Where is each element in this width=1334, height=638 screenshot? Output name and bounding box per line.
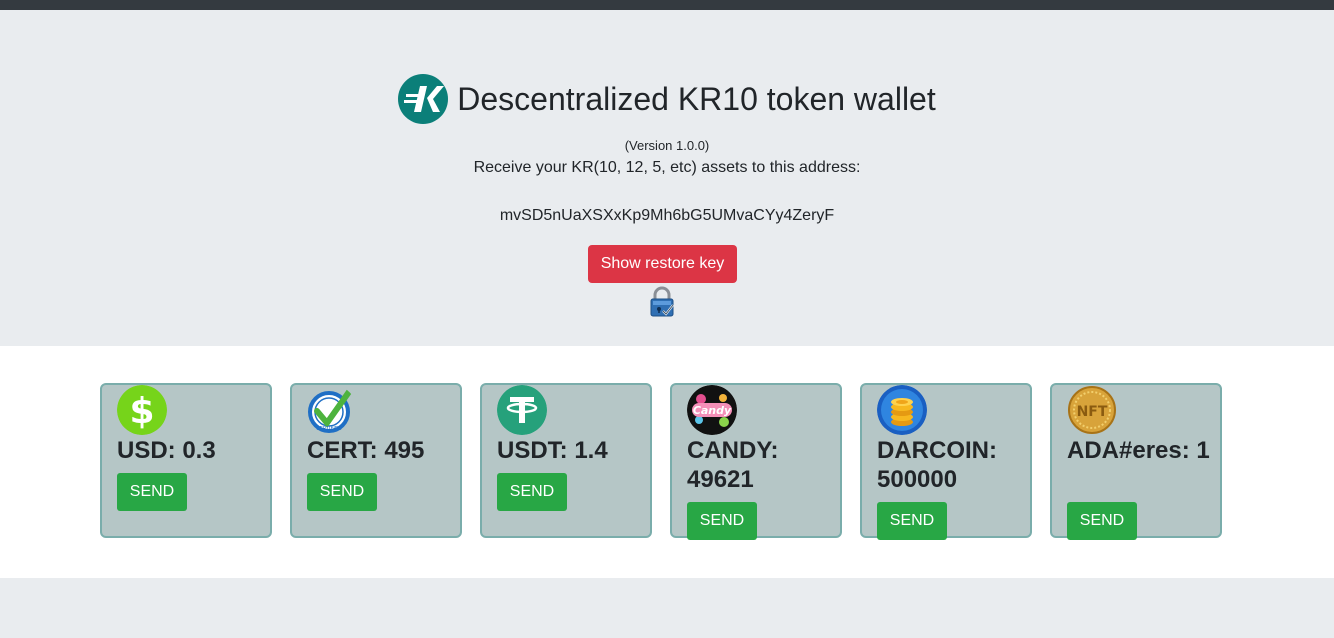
asset-card-usd: $ USD: 0.3 SEND bbox=[100, 383, 272, 538]
asset-card-usdt: USDT: 1.4 SEND bbox=[480, 383, 652, 538]
nft-coin-icon: NFT bbox=[1067, 385, 1117, 435]
asset-balance: ADA#eres: 1 bbox=[1067, 437, 1210, 464]
padlock-icon[interactable] bbox=[648, 286, 676, 318]
send-button-ada-eres[interactable]: SEND bbox=[1067, 502, 1137, 540]
certified-check-icon: CERTIFIED bbox=[307, 385, 357, 435]
top-navbar bbox=[0, 0, 1334, 10]
coin-stack-icon bbox=[877, 385, 927, 435]
wallet-header: Descentralized KR10 token wallet (Versio… bbox=[0, 10, 1334, 346]
svg-text:CERTIFIED: CERTIFIED bbox=[316, 426, 342, 432]
assets-section: $ USD: 0.3 SEND CERTIFIED CERT: 495 SEND bbox=[0, 346, 1334, 578]
asset-balance: USDT: 1.4 bbox=[497, 437, 608, 464]
asset-balance: CANDY: 49621 bbox=[687, 437, 779, 493]
show-restore-key-button[interactable]: Show restore key bbox=[588, 245, 737, 283]
svg-text:Candy: Candy bbox=[693, 404, 732, 417]
svg-text:$: $ bbox=[129, 391, 154, 432]
asset-card-darcoin: DARCOIN: 500000 SEND bbox=[860, 383, 1032, 540]
title-row: Descentralized KR10 token wallet bbox=[0, 74, 1334, 124]
send-button-usdt[interactable]: SEND bbox=[497, 473, 567, 511]
asset-balance: CERT: 495 bbox=[307, 437, 425, 464]
send-button-usd[interactable]: SEND bbox=[117, 473, 187, 511]
send-button-darcoin[interactable]: SEND bbox=[877, 502, 947, 540]
asset-balance: DARCOIN: 500000 bbox=[877, 437, 997, 493]
dollar-icon: $ bbox=[117, 385, 167, 435]
candy-icon: Candy bbox=[687, 385, 737, 435]
page-title: Descentralized KR10 token wallet bbox=[457, 81, 936, 117]
send-button-cert[interactable]: SEND bbox=[307, 473, 377, 511]
page-footer-area bbox=[0, 578, 1334, 638]
asset-card-cert: CERTIFIED CERT: 495 SEND bbox=[290, 383, 462, 538]
version-text: (Version 1.0.0) bbox=[624, 138, 710, 153]
svg-text:NFT: NFT bbox=[1077, 404, 1108, 420]
tether-icon bbox=[497, 385, 547, 435]
receive-instructions: Receive your KR(10, 12, 5, etc) assets t… bbox=[473, 159, 861, 176]
asset-card-candy: Candy CANDY: 49621 SEND bbox=[670, 383, 842, 540]
wallet-address[interactable]: mvSD5nUaXSXxKp9Mh6bG5UMvaCYy4ZeryF bbox=[0, 207, 1334, 225]
asset-balance: USD: 0.3 bbox=[117, 437, 216, 464]
asset-card-ada-eres: NFT ADA#eres: 1 SEND bbox=[1050, 383, 1222, 540]
send-button-candy[interactable]: SEND bbox=[687, 502, 757, 540]
kr10-logo-icon bbox=[398, 74, 449, 124]
